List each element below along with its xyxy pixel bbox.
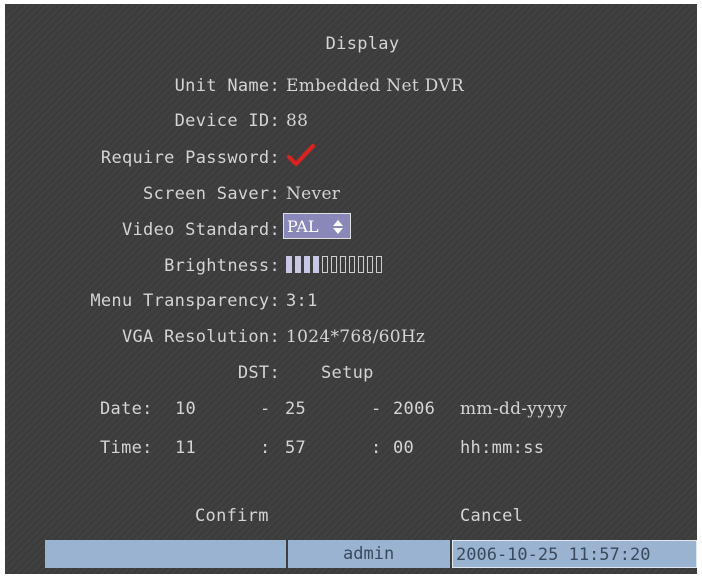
date-year-field[interactable]: 2006 — [393, 399, 435, 419]
require-password-checkbox[interactable] — [286, 142, 316, 168]
menu-transparency-label: Menu Transparency: — [90, 291, 280, 311]
time-separator: : — [260, 438, 271, 458]
brightness-segment[interactable] — [313, 256, 319, 273]
unit-name-field[interactable]: Embedded Net DVR — [286, 76, 464, 96]
date-label: Date: — [100, 399, 153, 419]
require-password-label: Require Password: — [100, 148, 280, 168]
dst-setup-button[interactable]: Setup — [321, 363, 374, 383]
brightness-segment[interactable] — [340, 256, 346, 273]
unit-name-label: Unit Name: — [174, 76, 280, 96]
time-minute-field[interactable]: 57 — [285, 438, 306, 458]
status-bar-blank-segment — [45, 540, 286, 568]
brightness-segment[interactable] — [349, 256, 355, 273]
brightness-segment[interactable] — [286, 256, 292, 273]
current-user: admin — [343, 544, 395, 564]
confirm-button[interactable]: Confirm — [195, 506, 269, 526]
video-standard-select[interactable]: PAL — [283, 213, 351, 239]
device-id-field[interactable]: 88 — [286, 111, 308, 131]
vga-resolution-field[interactable]: 1024*768/60Hz — [286, 327, 425, 347]
brightness-label: Brightness: — [164, 256, 280, 276]
brightness-segment[interactable] — [322, 256, 328, 273]
screen-saver-field[interactable]: Never — [286, 184, 340, 204]
cancel-button[interactable]: Cancel — [460, 506, 523, 526]
screen-saver-label: Screen Saver: — [143, 184, 280, 204]
status-bar-user-segment: admin — [288, 540, 450, 568]
dst-label: DST: — [237, 363, 280, 383]
video-standard-value: PAL — [287, 216, 319, 236]
brightness-segment[interactable] — [376, 256, 382, 273]
time-label: Time: — [100, 438, 153, 458]
checkmark-icon — [287, 144, 315, 166]
date-format: mm-dd-yyyy — [460, 399, 567, 419]
status-bar: admin 2006-10-25 11:57:20 — [45, 540, 697, 568]
brightness-slider[interactable] — [286, 256, 382, 274]
brightness-segment[interactable] — [304, 256, 310, 273]
time-separator: : — [371, 438, 382, 458]
system-clock: 2006-10-25 11:57:20 — [456, 545, 651, 565]
video-standard-label: Video Standard: — [121, 220, 280, 240]
date-month-field[interactable]: 10 — [175, 399, 196, 419]
time-format: hh:mm:ss — [460, 438, 545, 458]
up-down-arrows-icon — [333, 220, 343, 234]
brightness-segment[interactable] — [295, 256, 301, 273]
dvr-display-menu: Display Unit Name: Embedded Net DVR Devi… — [5, 4, 697, 574]
status-bar-clock-segment: 2006-10-25 11:57:20 — [452, 540, 697, 568]
device-id-label: Device ID: — [174, 111, 280, 131]
date-separator: - — [371, 399, 382, 419]
brightness-segment[interactable] — [331, 256, 337, 273]
vga-resolution-label: VGA Resolution: — [121, 327, 280, 347]
time-second-field[interactable]: 00 — [393, 438, 414, 458]
brightness-segment[interactable] — [367, 256, 373, 273]
menu-transparency-field[interactable]: 3:1 — [286, 291, 318, 311]
date-day-field[interactable]: 25 — [285, 399, 306, 419]
brightness-segment[interactable] — [358, 256, 364, 273]
date-separator: - — [260, 399, 271, 419]
time-hour-field[interactable]: 11 — [175, 438, 196, 458]
menu-title: Display — [325, 34, 400, 54]
